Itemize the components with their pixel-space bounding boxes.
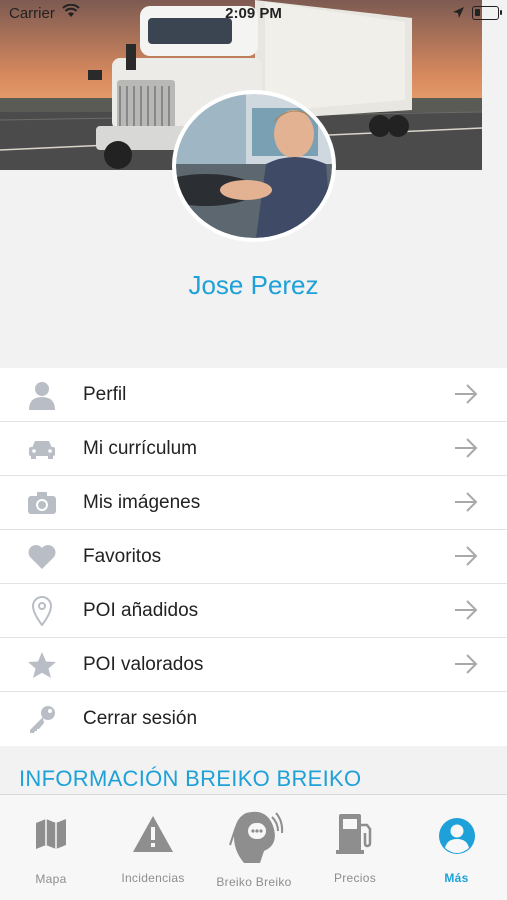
profile-menu: Perfil Mi currículum Mis imágenes Favori… [0,368,507,746]
tab-bar: Mapa Incidencias Breiko Breiko Precios M… [0,794,507,900]
menu-item-poi-valorados[interactable]: POI valorados [0,638,507,692]
menu-item-favoritos[interactable]: Favoritos [0,530,507,584]
arrow-right-icon [453,653,479,680]
person-icon [26,380,58,410]
profile-name: Jose Perez [188,270,319,300]
user-circle-icon [406,817,507,855]
menu-item-label: Cerrar sesión [83,708,198,729]
tab-label: Precios [333,871,377,885]
tab-breiko-breiko[interactable]: Breiko Breiko [204,795,304,900]
tab-label: Incidencias [121,871,185,885]
menu-item-imagenes[interactable]: Mis imágenes [0,476,507,530]
status-bar: Carrier 2:09 PM [0,0,507,28]
arrow-right-icon [453,545,479,572]
car-icon [26,434,58,464]
menu-item-poi-anadidos[interactable]: POI añadidos [0,584,507,638]
menu-item-label: Mi currículum [83,438,198,459]
tab-mapa[interactable]: Mapa [0,795,102,900]
menu-item-label: POI valorados [83,654,204,675]
clock-time: 2:09 PM [225,5,282,22]
menu-item-perfil[interactable]: Perfil [0,368,507,422]
menu-item-label: Mis imágenes [83,492,201,513]
menu-item-label: Perfil [83,384,127,405]
heart-icon [26,542,58,572]
location-arrow-icon [452,6,465,23]
fuel-pump-icon [304,811,406,855]
tab-precios[interactable]: Precios [304,795,406,900]
arrow-right-icon [453,437,479,464]
menu-item-curriculum[interactable]: Mi currículum [0,422,507,476]
arrow-right-icon [453,599,479,626]
star-icon [26,650,58,680]
tab-label: Breiko Breiko [216,875,292,889]
menu-item-label: POI añadidos [83,600,199,621]
key-icon [26,704,58,734]
tab-label: Más [444,871,469,885]
map-icon [0,817,102,851]
location-pin-icon [26,596,58,626]
radio-head-icon [204,807,304,863]
menu-item-label: Favoritos [83,546,162,567]
menu-item-cerrar-sesion[interactable]: Cerrar sesión [0,692,507,746]
warning-icon [102,815,204,853]
tab-label: Mapa [35,872,67,886]
battery-icon [472,6,502,20]
section-title: INFORMACIÓN BREIKO BREIKO [19,766,362,791]
arrow-right-icon [453,491,479,518]
camera-icon [26,488,58,518]
arrow-right-icon [453,383,479,410]
tab-mas[interactable]: Más [406,795,507,900]
tab-incidencias[interactable]: Incidencias [102,795,204,900]
avatar[interactable] [172,90,336,242]
